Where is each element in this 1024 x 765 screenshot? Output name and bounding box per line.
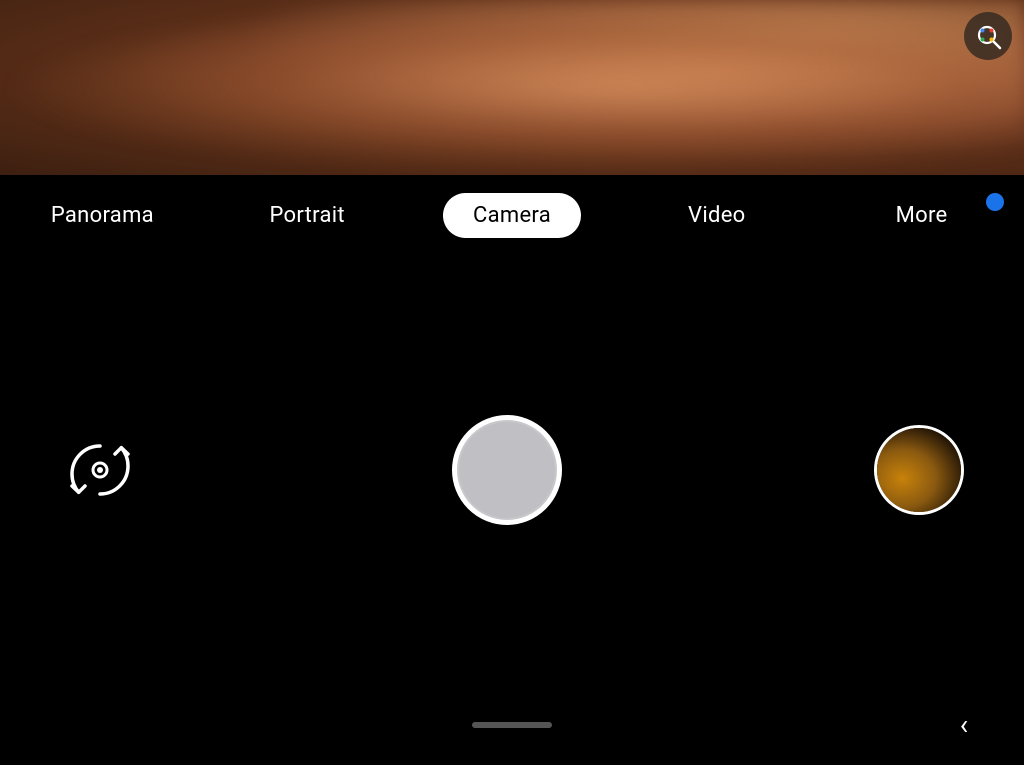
camera-controls	[0, 255, 1024, 685]
back-chevron-icon: ‹	[960, 711, 968, 739]
mode-portrait-label: Portrait	[269, 203, 344, 228]
flip-camera-icon	[64, 434, 136, 506]
mode-portrait[interactable]: Portrait	[205, 175, 410, 255]
flip-camera-button[interactable]	[60, 430, 140, 510]
mode-more-label: More	[896, 203, 948, 228]
notification-dot	[986, 193, 1004, 211]
mode-camera-label: Camera	[473, 203, 551, 228]
gallery-thumbnail-button[interactable]	[874, 425, 964, 515]
active-pill: Camera	[443, 193, 581, 238]
camera-mode-bar: Panorama Portrait Camera Video More	[0, 175, 1024, 255]
lens-search-icon	[974, 22, 1002, 50]
mode-panorama-label: Panorama	[51, 203, 154, 228]
mode-video[interactable]: Video	[614, 175, 819, 255]
mode-panorama[interactable]: Panorama	[0, 175, 205, 255]
mode-camera[interactable]: Camera	[410, 175, 615, 255]
mode-more[interactable]: More	[819, 175, 1024, 255]
viewfinder-blur-overlay	[0, 0, 1024, 175]
google-lens-button[interactable]	[964, 12, 1012, 60]
shutter-button[interactable]	[452, 415, 562, 525]
viewfinder	[0, 0, 1024, 175]
bottom-bar: ‹	[0, 685, 1024, 765]
mode-video-label: Video	[688, 203, 745, 228]
back-button[interactable]: ‹	[944, 705, 984, 745]
gallery-thumbnail-image	[877, 428, 961, 512]
home-indicator[interactable]	[472, 722, 552, 728]
shutter-inner-circle	[459, 422, 555, 518]
